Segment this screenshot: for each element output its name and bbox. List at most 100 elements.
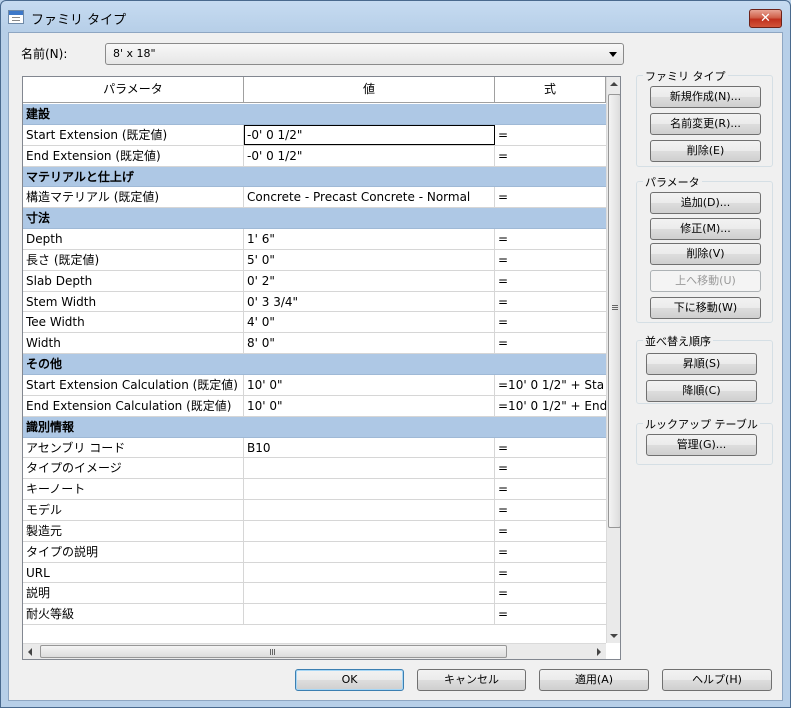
scroll-left-arrow-icon[interactable] <box>28 648 32 656</box>
parameter-row[interactable]: Slab Depth 0' 2" = <box>23 270 606 292</box>
formula-cell[interactable]: =10' 0 1/2" + End <box>495 396 606 416</box>
value-cell[interactable]: 5' 0" <box>244 249 495 270</box>
formula-cell[interactable]: = <box>495 250 606 270</box>
vertical-scrollbar[interactable] <box>606 77 620 643</box>
formula-cell[interactable]: = <box>495 479 606 499</box>
formula-cell[interactable]: = <box>495 521 606 541</box>
formula-cell[interactable]: = <box>495 333 606 353</box>
delete-type-button[interactable]: 削除(E) <box>650 140 761 162</box>
formula-cell[interactable]: = <box>495 229 606 249</box>
formula-cell[interactable]: = <box>495 292 606 312</box>
formula-cell[interactable]: = <box>495 312 606 332</box>
sort-ascending-button[interactable]: 昇順(S) <box>646 353 757 375</box>
title-bar[interactable]: ファミリ タイプ ✕ <box>1 1 790 33</box>
parameter-name-cell: 製造元 <box>23 520 244 541</box>
family-types-group-label: ファミリ タイプ <box>643 68 728 84</box>
value-cell[interactable]: 4' 0" <box>244 312 495 333</box>
new-type-button[interactable]: 新規作成(N)... <box>650 86 761 108</box>
value-cell[interactable] <box>244 604 495 625</box>
parameter-row[interactable]: End Extension (既定値) -0' 0 1/2" = <box>23 145 606 167</box>
value-cell[interactable] <box>244 583 495 604</box>
formula-cell[interactable]: = <box>495 125 606 145</box>
value-cell[interactable] <box>244 541 495 562</box>
formula-cell[interactable]: = <box>495 438 606 458</box>
parameter-name-cell: Tee Width <box>23 312 244 333</box>
column-header-value[interactable]: 値 <box>244 77 495 103</box>
add-parameter-button[interactable]: 追加(D)... <box>650 192 761 214</box>
modify-parameter-button[interactable]: 修正(M)... <box>650 218 761 240</box>
value-cell[interactable]: 1' 6" <box>244 229 495 249</box>
parameter-row[interactable]: Stem Width 0' 3 3/4" = <box>23 291 606 313</box>
ok-button[interactable]: OK <box>295 669 404 691</box>
parameter-row[interactable]: 長さ (既定値) 5' 0" = <box>23 249 606 271</box>
group-row[interactable]: マテリアルと仕上げ <box>23 166 606 188</box>
formula-cell[interactable]: = <box>495 500 606 520</box>
parameter-row[interactable]: モデル = <box>23 500 606 521</box>
value-cell[interactable]: 10' 0" <box>244 374 495 395</box>
formula-cell[interactable]: = <box>495 146 606 166</box>
value-cell[interactable]: -0' 0 1/2" <box>244 145 495 166</box>
group-row[interactable]: その他 <box>23 354 606 375</box>
apply-button[interactable]: 適用(A) <box>539 669 649 691</box>
formula-cell[interactable]: = <box>495 271 606 291</box>
sort-descending-button[interactable]: 降順(C) <box>646 380 757 402</box>
parameter-row[interactable]: タイプの説明 = <box>23 541 606 563</box>
cancel-button[interactable]: キャンセル <box>417 669 526 691</box>
value-cell[interactable] <box>244 562 495 583</box>
parameter-row[interactable]: URL = <box>23 562 606 584</box>
value-cell[interactable] <box>244 500 495 520</box>
scroll-right-arrow-icon[interactable] <box>597 648 601 656</box>
parameter-row[interactable]: 製造元 = <box>23 520 606 542</box>
parameter-row[interactable]: Start Extension Calculation (既定値) 10' 0" =… <box>23 374 606 396</box>
scroll-up-arrow-icon[interactable] <box>610 82 618 86</box>
value-cell[interactable]: B10 <box>244 437 495 458</box>
value-cell[interactable]: 0' 2" <box>244 270 495 291</box>
vertical-scroll-thumb[interactable] <box>608 94 620 528</box>
value-cell[interactable] <box>244 520 495 541</box>
formula-cell[interactable]: = <box>495 563 606 583</box>
group-row[interactable]: 寸法 <box>23 208 606 230</box>
group-row[interactable]: 建設 <box>23 104 606 125</box>
parameter-row[interactable]: 構造マテリアル (既定値) Concrete - Precast Concrete… <box>23 187 606 209</box>
name-label: 名前(N): <box>21 47 68 61</box>
formula-cell[interactable]: = <box>495 542 606 562</box>
close-button[interactable]: ✕ <box>749 9 782 28</box>
name-dropdown[interactable]: 8' x 18" <box>105 43 624 65</box>
parameter-row[interactable]: 説明 = <box>23 583 606 605</box>
close-icon: ✕ <box>760 11 771 26</box>
parameter-row[interactable]: Start Extension (既定値) -0' 0 1/2" = <box>23 124 606 146</box>
formula-cell[interactable]: =10' 0 1/2" + Sta <box>495 375 606 395</box>
parameter-row[interactable]: タイプのイメージ = <box>23 458 606 480</box>
group-row[interactable]: 識別情報 <box>23 416 606 438</box>
rename-type-button[interactable]: 名前変更(R)... <box>650 113 761 135</box>
value-cell[interactable] <box>244 479 495 500</box>
parameter-row[interactable]: Depth 1' 6" = <box>23 229 606 250</box>
value-cell[interactable]: -0' 0 1/2" <box>244 124 495 145</box>
move-up-button[interactable]: 上へ移動(U) <box>650 270 761 292</box>
horizontal-scroll-thumb[interactable] <box>40 645 507 658</box>
parameter-row[interactable]: Width 8' 0" = <box>23 333 606 355</box>
value-cell[interactable]: 0' 3 3/4" <box>244 291 495 312</box>
help-button[interactable]: ヘルプ(H) <box>662 669 772 691</box>
formula-cell[interactable]: = <box>495 604 606 624</box>
value-cell[interactable]: 10' 0" <box>244 395 495 416</box>
parameter-row[interactable]: Tee Width 4' 0" = <box>23 312 606 334</box>
formula-cell[interactable]: = <box>495 458 606 478</box>
move-down-button[interactable]: 下に移動(W) <box>650 297 761 319</box>
remove-parameter-button[interactable]: 削除(V) <box>650 243 761 265</box>
parameter-row[interactable]: キーノート = <box>23 479 606 501</box>
value-cell[interactable]: Concrete - Precast Concrete - Normal <box>244 187 495 208</box>
parameter-row[interactable]: End Extension Calculation (既定値) 10' 0" =10… <box>23 395 606 417</box>
scroll-down-arrow-icon[interactable] <box>610 634 618 638</box>
horizontal-scrollbar[interactable] <box>23 643 606 659</box>
column-header-formula[interactable]: 式 <box>495 77 606 103</box>
dialog-client-area: 名前(N): 8' x 18" パラメータ 値 式 建設 Start Extens… <box>8 32 783 701</box>
formula-cell[interactable]: = <box>495 187 606 207</box>
parameter-row[interactable]: 耐火等級 = <box>23 604 606 626</box>
value-cell[interactable] <box>244 458 495 479</box>
parameter-row[interactable]: アセンブリ コード B10 = <box>23 437 606 459</box>
formula-cell[interactable]: = <box>495 583 606 603</box>
manage-lookup-button[interactable]: 管理(G)... <box>646 434 757 456</box>
value-cell[interactable]: 8' 0" <box>244 333 495 354</box>
column-header-parameter[interactable]: パラメータ <box>23 77 244 103</box>
